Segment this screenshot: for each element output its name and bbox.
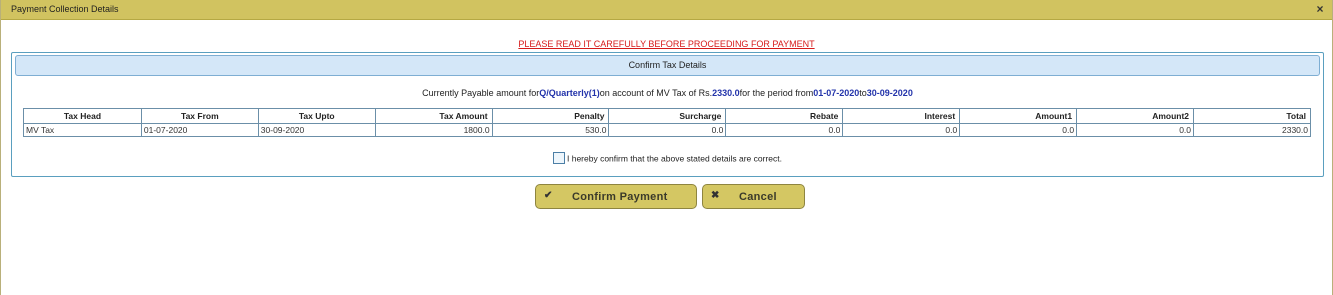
period-to: 30-09-2020 (866, 88, 913, 98)
dialog-titlebar: Payment Collection Details × (1, 0, 1332, 20)
col-header-tax-amount: Tax Amount (374, 108, 493, 124)
cell-amount1: 0.0 (959, 123, 1078, 137)
dialog-title: Payment Collection Details (11, 4, 119, 14)
cell-penalty: 530.0 (491, 123, 610, 137)
cell-interest: 0.0 (842, 123, 961, 137)
confirmation-row: I hereby confirm that the above stated d… (12, 152, 1323, 165)
payable-middle: on account of MV Tax of Rs. (599, 88, 713, 98)
cell-amount2: 0.0 (1076, 123, 1195, 137)
table-header-row: Tax Head Tax From Tax Upto Tax Amount Pe… (23, 108, 1311, 124)
col-header-penalty: Penalty (491, 108, 610, 124)
col-header-total: Total (1193, 108, 1311, 124)
col-header-rebate: Rebate (725, 108, 844, 124)
read-carefully-notice: PLEASE READ IT CAREFULLY BEFORE PROCEEDI… (518, 39, 815, 49)
col-header-tax-upto: Tax Upto (257, 108, 376, 124)
table-row: MV Tax 01-07-2020 30-09-2020 1800.0 530.… (23, 123, 1311, 137)
checkmark-icon: ✔ (544, 190, 553, 201)
confirm-checkbox-label: I hereby confirm that the above stated d… (567, 153, 782, 164)
confirm-payment-label: Confirm Payment (572, 191, 668, 203)
cancel-label: Cancel (739, 191, 777, 203)
col-header-surcharge: Surcharge (608, 108, 727, 124)
cross-icon: ✖ (711, 190, 720, 201)
cell-tax-upto: 30-09-2020 (257, 123, 376, 137)
period-to-text: to (859, 88, 867, 98)
cell-tax-from: 01-07-2020 (140, 123, 259, 137)
col-header-tax-from: Tax From (140, 108, 259, 124)
cell-surcharge: 0.0 (608, 123, 727, 137)
confirm-checkbox[interactable] (553, 152, 565, 164)
col-header-interest: Interest (842, 108, 961, 124)
confirm-tax-details-panel: Confirm Tax Details Currently Payable am… (11, 52, 1324, 177)
payable-amount: 2330.0 (712, 88, 740, 98)
cancel-button[interactable]: ✖ Cancel (702, 184, 805, 209)
confirm-payment-button[interactable]: ✔ Confirm Payment (535, 184, 697, 209)
tax-details-table: Tax Head Tax From Tax Upto Tax Amount Pe… (23, 108, 1311, 137)
panel-header: Confirm Tax Details (15, 55, 1320, 76)
close-icon[interactable]: × (1314, 2, 1326, 16)
period-from: 01-07-2020 (813, 88, 860, 98)
payable-amount-text: Currently Payable amount forQ/Quarterly(… (12, 88, 1323, 98)
cell-total: 2330.0 (1193, 123, 1311, 137)
col-header-tax-head: Tax Head (23, 108, 142, 124)
col-header-amount1: Amount1 (959, 108, 1078, 124)
payment-collection-dialog: Payment Collection Details × PLEASE READ… (0, 0, 1333, 295)
payable-prefix: Currently Payable amount for (422, 88, 540, 98)
period-text: for the period from (739, 88, 814, 98)
col-header-amount2: Amount2 (1076, 108, 1195, 124)
cell-rebate: 0.0 (725, 123, 844, 137)
cell-tax-head: MV Tax (23, 123, 142, 137)
payment-mode: Q/Quarterly(1) (539, 88, 600, 98)
cell-tax-amount: 1800.0 (374, 123, 493, 137)
